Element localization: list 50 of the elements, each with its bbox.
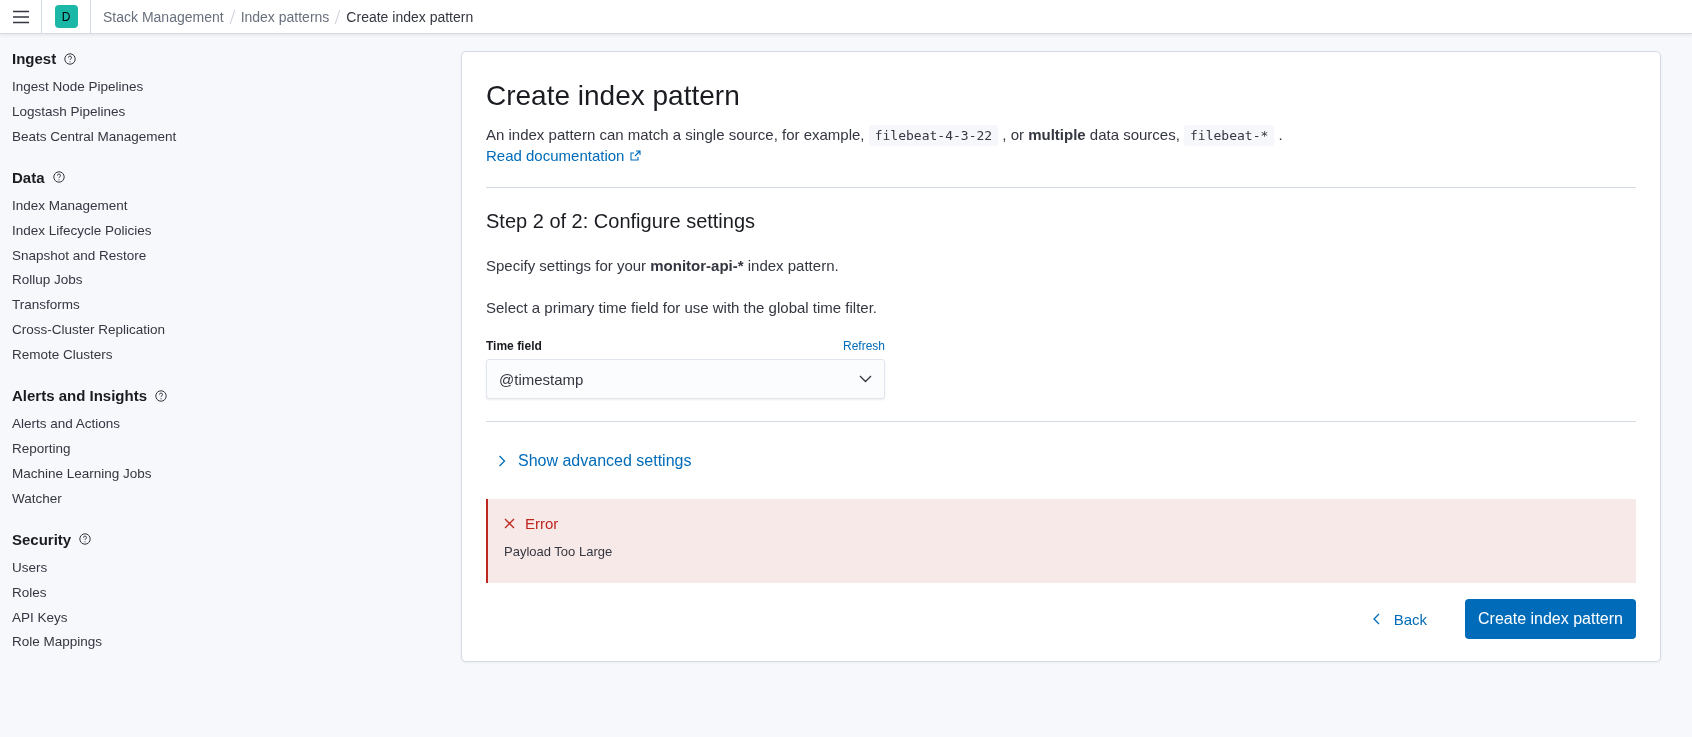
time-field-select[interactable]: @timestamp: [486, 359, 885, 399]
nav-link[interactable]: Role Mappings: [12, 634, 425, 651]
external-link-icon: [630, 150, 642, 161]
error-title: Error: [525, 515, 559, 532]
settings-text: Specify settings for your monitor-api-* index pattern.: [486, 256, 840, 276]
description-text: An index pattern can match a single source, for example, filebeat-4-3-22 , or multiple data sources, filebeat-* .: [486, 124, 1636, 147]
nav-link[interactable]: API Keys: [12, 609, 425, 626]
nav-link[interactable]: Remote Clusters: [12, 347, 425, 364]
breadcrumb: Create index pattern: [346, 8, 474, 25]
section-title: Security: [12, 530, 72, 548]
nav-link[interactable]: Watcher: [12, 490, 425, 507]
nav-link[interactable]: Snapshot and Restore: [12, 247, 425, 264]
breadcrumb[interactable]: Stack Management: [103, 8, 224, 25]
section-title: Data: [12, 168, 45, 186]
chevron-down-icon: [859, 375, 872, 383]
nav-link[interactable]: Users: [12, 559, 425, 576]
menu-icon: [12, 9, 29, 24]
advanced-settings-toggle[interactable]: Show advanced settings: [498, 452, 692, 470]
breadcrumb[interactable]: Index patterns: [240, 8, 330, 25]
page-title: Create index pattern: [486, 80, 741, 112]
close-icon: [504, 518, 515, 529]
nav-link[interactable]: Roles: [12, 584, 425, 601]
help-icon: [64, 52, 77, 65]
help-icon: [79, 533, 92, 546]
nav-link[interactable]: Alerts and Actions: [12, 416, 425, 433]
hint-text: Select a primary time field for use with the global time filter.: [486, 298, 878, 318]
nav-link[interactable]: Ingest Node Pipelines: [12, 79, 425, 95]
nav-link[interactable]: Machine Learning Jobs: [12, 465, 425, 482]
nav-link[interactable]: Index Management: [12, 197, 425, 214]
chevron-right-icon: [498, 455, 506, 467]
field-label: Time field: [486, 339, 542, 353]
section-title: Alerts and Insights: [12, 387, 148, 405]
nav-link[interactable]: Cross-Cluster Replication: [12, 322, 425, 339]
section-title: Ingest: [12, 50, 57, 67]
nav-link[interactable]: Transforms: [12, 297, 425, 314]
documentation-link[interactable]: Read documentation: [486, 147, 642, 164]
create-button[interactable]: Create index pattern: [1465, 599, 1636, 639]
nav-link[interactable]: Rollup Jobs: [12, 272, 425, 289]
chevron-left-icon: [1372, 613, 1380, 625]
back-button[interactable]: Back: [1366, 609, 1433, 629]
error-message: Payload Too Large: [504, 544, 614, 559]
refresh-link[interactable]: Refresh: [842, 339, 885, 353]
help-icon: [155, 389, 168, 402]
nav-link[interactable]: Reporting: [12, 441, 425, 457]
nav-link[interactable]: Index Lifecycle Policies: [12, 222, 425, 239]
nav-link[interactable]: Logstash Pipelines: [12, 103, 425, 120]
nav-link[interactable]: Beats Central Management: [12, 128, 425, 145]
step-title: Step 2 of 2: Configure settings: [486, 210, 757, 233]
avatar[interactable]: D: [54, 5, 78, 28]
help-icon: [52, 171, 65, 184]
